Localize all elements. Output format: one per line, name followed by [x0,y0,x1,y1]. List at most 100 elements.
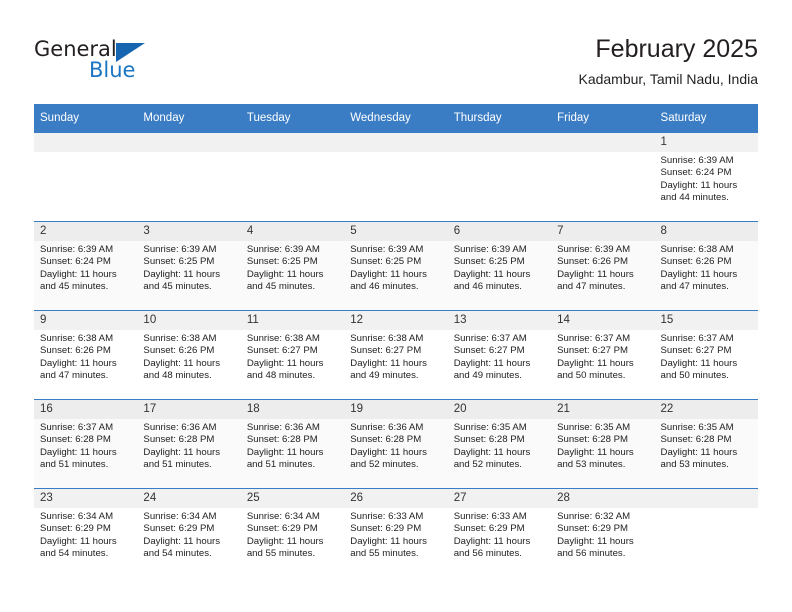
day-number: 16 [34,400,138,419]
page-subtitle: Kadambur, Tamil Nadu, India [578,71,758,87]
day-info-sunrise: Sunrise: 6:38 AM [660,244,734,255]
day-info-sunrise: Sunrise: 6:38 AM [40,333,114,344]
day-sun-info: Sunrise: 6:32 AM Sunset: 6:29 PM Daylight:… [551,508,654,561]
calendar-day-cell[interactable]: 25 Sunrise: 6:34 AM Sunset: 6:29 PM Dayligh… [240,488,345,577]
calendar-day-cell[interactable]: 2 Sunrise: 6:39 AM Sunset: 6:24 PM Daylight… [34,221,138,311]
day-info-sunrise: Sunrise: 6:37 AM [557,333,631,344]
day-info-daylight-line1: Daylight: 11 hours [557,357,634,369]
day-cell-content: 4 Sunrise: 6:39 AM Sunset: 6:25 PM Daylight… [240,222,345,310]
calendar-day-cell[interactable]: 14 Sunrise: 6:37 AM Sunset: 6:27 PM Dayligh… [551,310,655,400]
calendar-day-cell[interactable]: 23 Sunrise: 6:34 AM Sunset: 6:29 PM Dayligh… [34,488,138,577]
day-cell-content: 21 Sunrise: 6:35 AM Sunset: 6:28 PM Dayligh… [551,400,655,488]
calendar-empty-cell [137,132,241,222]
day-cell-content [137,133,241,221]
day-number: 17 [137,400,241,419]
calendar-day-cell[interactable]: 10 Sunrise: 6:38 AM Sunset: 6:26 PM Dayligh… [137,310,241,400]
day-info-daylight-line2: and 56 minutes. [453,548,522,560]
calendar-day-cell[interactable]: 26 Sunrise: 6:33 AM Sunset: 6:29 PM Dayligh… [344,488,448,577]
day-info-daylight-line2: and 51 minutes. [40,459,109,471]
calendar-week-row: 1 Sunrise: 6:39 AM Sunset: 6:24 PM Daylight… [34,132,758,222]
calendar-day-cell[interactable]: 8 Sunrise: 6:38 AM Sunset: 6:26 PM Daylight… [654,221,758,311]
generalblue-logo[interactable]: General Blue [34,38,214,86]
calendar-day-cell[interactable]: 15 Sunrise: 6:37 AM Sunset: 6:27 PM Dayligh… [654,310,758,400]
day-sun-info: Sunrise: 6:39 AM Sunset: 6:26 PM Daylight:… [551,241,654,294]
calendar-day-cell[interactable]: 28 Sunrise: 6:32 AM Sunset: 6:29 PM Dayligh… [551,488,655,577]
day-info-sunrise: Sunrise: 6:39 AM [350,244,424,255]
calendar-body: 1 Sunrise: 6:39 AM Sunset: 6:24 PM Daylight… [34,132,758,577]
calendar-day-cell[interactable]: 9 Sunrise: 6:38 AM Sunset: 6:26 PM Daylight… [34,310,138,400]
day-cell-content: 28 Sunrise: 6:32 AM Sunset: 6:29 PM Dayligh… [551,489,655,577]
empty-day-band [551,133,655,152]
calendar-empty-cell [344,132,448,222]
day-info-sunset: Sunset: 6:26 PM [143,345,215,357]
calendar-day-cell[interactable]: 17 Sunrise: 6:36 AM Sunset: 6:28 PM Dayligh… [137,399,241,489]
calendar-day-cell[interactable]: 12 Sunrise: 6:38 AM Sunset: 6:27 PM Dayligh… [344,310,448,400]
day-number: 7 [551,222,655,241]
weekday-header-monday: Monday [137,104,241,133]
calendar-day-cell[interactable]: 22 Sunrise: 6:35 AM Sunset: 6:28 PM Dayligh… [654,399,758,489]
day-sun-info: Sunrise: 6:36 AM Sunset: 6:28 PM Daylight:… [241,419,344,472]
day-sun-info: Sunrise: 6:38 AM Sunset: 6:26 PM Daylight:… [137,330,240,383]
day-info-sunrise: Sunrise: 6:39 AM [453,244,527,255]
day-cell-content: 16 Sunrise: 6:37 AM Sunset: 6:28 PM Dayligh… [34,400,138,488]
day-cell-content: 3 Sunrise: 6:39 AM Sunset: 6:25 PM Daylight… [137,222,241,310]
calendar-day-cell[interactable]: 21 Sunrise: 6:35 AM Sunset: 6:28 PM Dayligh… [551,399,655,489]
calendar-day-cell[interactable]: 18 Sunrise: 6:36 AM Sunset: 6:28 PM Dayligh… [240,399,345,489]
day-info-sunrise: Sunrise: 6:38 AM [350,333,424,344]
day-info-daylight-line1: Daylight: 11 hours [557,535,634,547]
day-info-daylight-line1: Daylight: 11 hours [453,268,531,280]
day-info-sunset: Sunset: 6:25 PM [246,256,318,268]
day-info-sunset: Sunset: 6:25 PM [143,256,215,268]
day-sun-info: Sunrise: 6:38 AM Sunset: 6:27 PM Daylight:… [344,330,447,383]
day-info-sunset: Sunset: 6:26 PM [660,256,732,268]
day-info-sunrise: Sunrise: 6:36 AM [246,422,320,433]
day-info-daylight-line2: and 47 minutes. [557,281,626,293]
day-info-daylight-line1: Daylight: 11 hours [143,446,221,458]
day-info-daylight-line1: Daylight: 11 hours [350,268,427,280]
day-info-sunset: Sunset: 6:24 PM [40,256,111,268]
calendar-empty-cell [447,132,552,222]
day-number: 26 [344,489,448,508]
calendar-day-cell[interactable]: 3 Sunrise: 6:39 AM Sunset: 6:25 PM Daylight… [137,221,241,311]
day-sun-info: Sunrise: 6:38 AM Sunset: 6:26 PM Daylight:… [34,330,137,383]
calendar-week-row: 2 Sunrise: 6:39 AM Sunset: 6:24 PM Daylight… [34,221,758,311]
day-sun-info: Sunrise: 6:35 AM Sunset: 6:28 PM Daylight:… [551,419,654,472]
day-cell-content: 12 Sunrise: 6:38 AM Sunset: 6:27 PM Dayligh… [344,311,448,399]
day-info-daylight-line1: Daylight: 11 hours [350,535,427,547]
day-info-daylight-line1: Daylight: 11 hours [557,268,634,280]
day-cell-content: 5 Sunrise: 6:39 AM Sunset: 6:25 PM Daylight… [344,222,448,310]
weekday-header-friday: Friday [551,104,655,133]
day-info-sunset: Sunset: 6:24 PM [660,167,732,179]
day-number: 9 [34,311,138,330]
calendar-day-cell[interactable]: 4 Sunrise: 6:39 AM Sunset: 6:25 PM Daylight… [240,221,345,311]
day-number: 21 [551,400,655,419]
calendar-day-cell[interactable]: 5 Sunrise: 6:39 AM Sunset: 6:25 PM Daylight… [344,221,448,311]
day-number: 14 [551,311,655,330]
day-cell-content [447,133,552,221]
title-block: February 2025 Kadambur, Tamil Nadu, Indi… [578,34,758,88]
day-info-sunset: Sunset: 6:27 PM [660,345,732,357]
calendar-day-cell[interactable]: 11 Sunrise: 6:38 AM Sunset: 6:27 PM Dayligh… [240,310,345,400]
day-sun-info: Sunrise: 6:37 AM Sunset: 6:28 PM Daylight:… [34,419,137,472]
calendar-day-cell[interactable]: 16 Sunrise: 6:37 AM Sunset: 6:28 PM Dayligh… [34,399,138,489]
day-info-daylight-line2: and 46 minutes. [350,281,419,293]
day-number: 12 [344,311,448,330]
day-info-daylight-line1: Daylight: 11 hours [40,535,117,547]
calendar-day-cell[interactable]: 27 Sunrise: 6:33 AM Sunset: 6:29 PM Dayligh… [447,488,552,577]
day-sun-info: Sunrise: 6:39 AM Sunset: 6:25 PM Daylight:… [137,241,240,294]
calendar-day-cell[interactable]: 20 Sunrise: 6:35 AM Sunset: 6:28 PM Dayligh… [447,399,552,489]
day-number: 11 [240,311,345,330]
day-info-daylight-line1: Daylight: 11 hours [453,357,531,369]
calendar-day-cell[interactable]: 6 Sunrise: 6:39 AM Sunset: 6:25 PM Daylight… [447,221,552,311]
day-info-sunrise: Sunrise: 6:34 AM [143,511,217,522]
calendar-day-cell[interactable]: 19 Sunrise: 6:36 AM Sunset: 6:28 PM Dayligh… [344,399,448,489]
calendar-day-cell[interactable]: 1 Sunrise: 6:39 AM Sunset: 6:24 PM Daylight… [654,132,758,222]
day-info-daylight-line2: and 48 minutes. [143,370,212,382]
day-info-daylight-line1: Daylight: 11 hours [143,268,221,280]
calendar-day-cell[interactable]: 7 Sunrise: 6:39 AM Sunset: 6:26 PM Daylight… [551,221,655,311]
day-info-daylight-line2: and 44 minutes. [660,192,729,204]
day-number: 5 [344,222,448,241]
calendar-day-cell[interactable]: 24 Sunrise: 6:34 AM Sunset: 6:29 PM Dayligh… [137,488,241,577]
calendar-day-cell[interactable]: 13 Sunrise: 6:37 AM Sunset: 6:27 PM Dayligh… [447,310,552,400]
calendar-empty-cell [654,488,758,577]
